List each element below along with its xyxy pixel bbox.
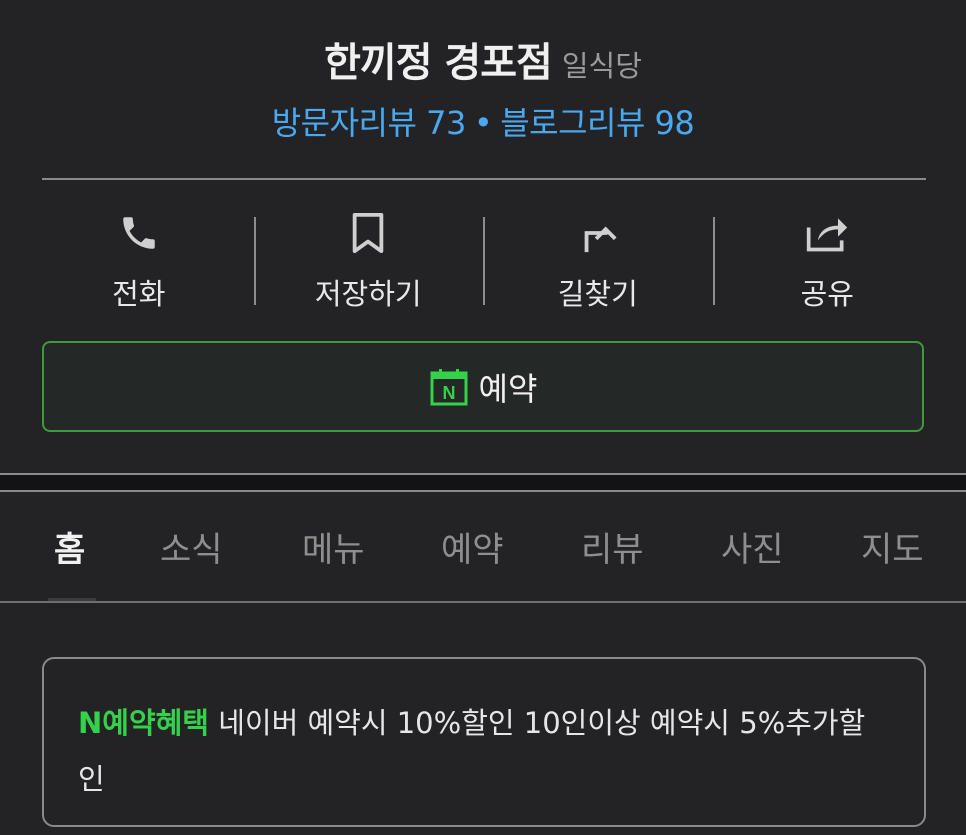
blog-review-link[interactable]: 블로그리뷰 98 (500, 104, 695, 142)
directions-label: 길찾기 (557, 277, 638, 311)
tab-bar: 홈 소식 메뉴 예약 리뷰 사진 지도 (0, 492, 966, 602)
section-separator (0, 473, 966, 492)
tab-review[interactable]: 리뷰 (581, 522, 644, 571)
tabs-divider (0, 601, 966, 603)
tab-map[interactable]: 지도 (861, 522, 924, 571)
tab-home[interactable]: 홈 (54, 522, 85, 571)
reserve-label: 예약 (478, 369, 538, 408)
place-name: 한끼정 경포점 (324, 40, 553, 86)
directions-button[interactable]: 길찾기 (483, 205, 713, 315)
share-button[interactable]: 공유 (712, 205, 943, 315)
review-separator: • (473, 104, 493, 142)
directions-icon (578, 207, 618, 259)
save-button[interactable]: 저장하기 (253, 205, 484, 315)
tab-menu[interactable]: 메뉴 (302, 522, 365, 571)
reserve-button[interactable]: N 예약 (42, 341, 924, 432)
tab-photo[interactable]: 사진 (721, 522, 784, 571)
header-divider (42, 178, 926, 180)
save-label: 저장하기 (314, 277, 422, 311)
tab-news[interactable]: 소식 (160, 522, 223, 571)
action-bar: 전화 저장하기 길찾기 공유 (24, 205, 942, 315)
share-label: 공유 (800, 277, 854, 311)
review-summary: 방문자리뷰 73 • 블로그리뷰 98 (0, 98, 966, 144)
tab-reserve[interactable]: 예약 (441, 522, 504, 571)
benefit-tag: N예약혜택 (78, 706, 209, 740)
call-label: 전화 (112, 277, 166, 311)
naver-reserve-icon: N (430, 368, 468, 405)
naver-reserve-icon-letter: N (442, 383, 455, 403)
phone-icon (118, 207, 160, 259)
share-icon (805, 207, 849, 259)
place-header: 한끼정 경포점 일식당 (0, 30, 966, 88)
call-button[interactable]: 전화 (24, 205, 254, 315)
reservation-benefit-card: N예약혜택 네이버 예약시 10%할인 10인이상 예약시 5%추가할인 (42, 657, 926, 827)
bookmark-icon (350, 207, 386, 259)
place-category: 일식당 (561, 49, 642, 83)
visitor-review-link[interactable]: 방문자리뷰 73 (272, 104, 467, 142)
